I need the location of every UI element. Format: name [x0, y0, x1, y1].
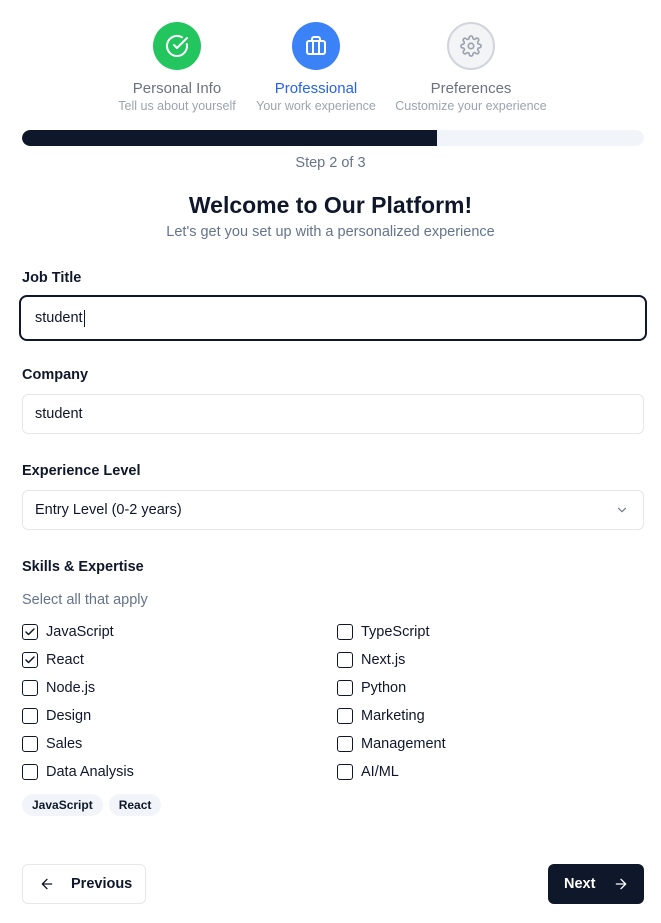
experience-level-select[interactable]: Entry Level (0-2 years) — [22, 490, 644, 530]
skill-option[interactable]: TypeScript — [337, 622, 430, 642]
step-professional[interactable]: Professional Your work experience — [231, 22, 401, 113]
skills-hint: Select all that apply — [22, 592, 148, 608]
skill-option[interactable]: Python — [337, 678, 406, 698]
company-value: student — [35, 406, 83, 422]
skill-option[interactable]: Node.js — [22, 678, 95, 698]
skill-option-label: TypeScript — [361, 624, 430, 640]
step-circle-todo — [447, 22, 495, 70]
company-label: Company — [22, 367, 89, 383]
skill-option[interactable]: Design — [22, 706, 91, 726]
checkmark-icon — [25, 628, 35, 636]
briefcase-icon — [306, 36, 326, 55]
arrow-left-icon — [41, 878, 53, 890]
job-title-label: Job Title — [22, 270, 82, 286]
skill-option[interactable]: React — [22, 650, 84, 670]
skill-option-label: Design — [46, 708, 92, 724]
skill-option[interactable]: Data Analysis — [22, 762, 134, 782]
skill-option-label: Management — [361, 736, 446, 752]
skill-checkbox[interactable] — [22, 736, 38, 752]
job-title-value: student — [35, 310, 83, 326]
skill-option-label: Data Analysis — [46, 764, 134, 780]
next-button-label: Next — [564, 876, 596, 892]
skill-option-label: Marketing — [361, 708, 425, 724]
skill-checkbox[interactable] — [337, 708, 353, 724]
skill-checkbox[interactable] — [22, 652, 38, 668]
skill-option-label: Next.js — [361, 652, 406, 668]
skill-option-label: AI/ML — [361, 764, 399, 780]
skill-option-label: React — [46, 652, 84, 668]
skill-option-label: Sales — [46, 736, 83, 752]
check-circle-icon — [166, 34, 188, 57]
checkmark-icon — [25, 656, 35, 664]
previous-button[interactable]: Previous — [22, 864, 146, 904]
skill-option-label: JavaScript — [46, 624, 114, 640]
progress-bar — [22, 130, 644, 146]
skill-option[interactable]: AI/ML — [337, 762, 399, 782]
step-title: Preferences — [430, 80, 512, 97]
text-caret — [83, 309, 85, 327]
chevron-down-icon — [617, 507, 627, 513]
skill-checkbox[interactable] — [337, 624, 353, 640]
skill-tag: React — [108, 794, 162, 816]
next-button[interactable]: Next — [548, 864, 644, 904]
page-subtitle: Let's get you set up with a personalized… — [166, 224, 495, 240]
progress-bar-fill — [22, 130, 437, 146]
stepper: Personal Info Tell us about yourself Pro… — [0, 22, 661, 117]
page-title: Welcome to Our Platform! — [188, 192, 473, 218]
experience-level-value: Entry Level (0-2 years) — [35, 502, 182, 518]
skill-option-label: Node.js — [46, 680, 96, 696]
skill-option[interactable]: Next.js — [337, 650, 405, 670]
skill-checkbox[interactable] — [337, 680, 353, 696]
selected-skills-tags: JavaScript React — [22, 794, 162, 816]
gear-icon — [460, 35, 482, 57]
skill-option[interactable]: JavaScript — [22, 622, 114, 642]
skill-checkbox[interactable] — [337, 652, 353, 668]
step-circle-active — [292, 22, 340, 70]
step-subtitle: Customize your experience — [395, 99, 547, 113]
step-subtitle: Your work experience — [256, 99, 376, 113]
skill-checkbox[interactable] — [22, 764, 38, 780]
skill-option[interactable]: Marketing — [337, 706, 425, 726]
arrow-right-icon — [616, 878, 627, 890]
skill-option-label: Python — [361, 680, 407, 696]
step-circle-done — [153, 22, 201, 70]
step-preferences[interactable]: Preferences Customize your experience — [386, 22, 556, 113]
previous-button-label: Previous — [71, 876, 133, 892]
skill-checkbox[interactable] — [22, 708, 38, 724]
job-title-input[interactable]: student — [19, 295, 647, 341]
progress-text: Step 2 of 3 — [295, 155, 366, 171]
experience-level-label: Experience Level — [22, 463, 141, 479]
skills-label: Skills & Expertise — [22, 559, 144, 575]
skill-checkbox[interactable] — [22, 624, 38, 640]
company-input[interactable]: student — [22, 394, 644, 434]
skill-option[interactable]: Sales — [22, 734, 82, 754]
step-title: Professional — [274, 80, 358, 97]
skill-checkbox[interactable] — [22, 680, 38, 696]
skill-checkbox[interactable] — [337, 764, 353, 780]
skill-option[interactable]: Management — [337, 734, 446, 754]
skill-checkbox[interactable] — [337, 736, 353, 752]
skill-tag: JavaScript — [22, 794, 103, 816]
